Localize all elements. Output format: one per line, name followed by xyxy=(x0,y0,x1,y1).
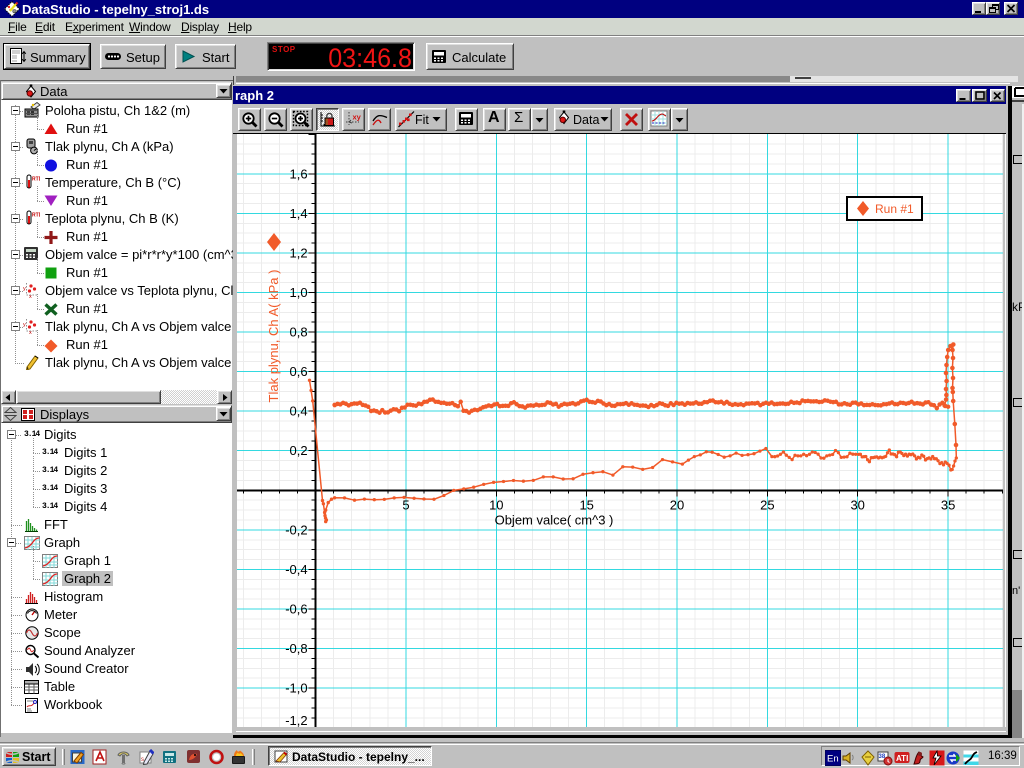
svg-text:0,8: 0,8 xyxy=(290,325,308,340)
svg-text:s: s xyxy=(141,757,144,763)
svg-text:0,4: 0,4 xyxy=(290,404,308,419)
svg-text:ATI: ATI xyxy=(896,754,908,763)
svg-text:x: x xyxy=(29,294,32,298)
svg-text:Objem valce( cm^3 ): Objem valce( cm^3 ) xyxy=(495,513,614,528)
svg-text:5: 5 xyxy=(402,497,409,512)
svg-text:-0,8: -0,8 xyxy=(285,641,307,656)
svg-text:Run #1: Run #1 xyxy=(875,202,914,216)
svg-text:10: 10 xyxy=(489,497,503,512)
svg-text:RTD: RTD xyxy=(32,177,40,183)
svg-text:1,4: 1,4 xyxy=(290,206,308,221)
svg-text:En: En xyxy=(827,754,839,765)
svg-text:-1,0: -1,0 xyxy=(285,681,307,696)
svg-text:-0,2: -0,2 xyxy=(285,522,307,537)
svg-text:RTD: RTD xyxy=(32,213,40,219)
svg-text:35: 35 xyxy=(941,497,955,512)
svg-text:-1,2: -1,2 xyxy=(285,713,307,727)
svg-text:-0,6: -0,6 xyxy=(285,602,307,617)
svg-text:y: y xyxy=(23,286,26,292)
svg-text:1,0: 1,0 xyxy=(290,285,308,300)
svg-text:-0,4: -0,4 xyxy=(285,562,307,577)
svg-text:15: 15 xyxy=(579,497,593,512)
svg-text:20: 20 xyxy=(670,497,684,512)
svg-text:y: y xyxy=(23,322,26,328)
svg-text:xy: xy xyxy=(353,113,362,122)
svg-text:0,6: 0,6 xyxy=(290,364,308,379)
svg-text:x: x xyxy=(29,330,32,334)
svg-text:30: 30 xyxy=(850,497,864,512)
svg-text:0,2: 0,2 xyxy=(290,443,308,458)
svg-text:Tlak plynu, Ch A( kPa ): Tlak plynu, Ch A( kPa ) xyxy=(266,270,281,403)
svg-text:1,2: 1,2 xyxy=(290,245,308,260)
svg-text:1,6: 1,6 xyxy=(290,166,308,181)
svg-text:25: 25 xyxy=(760,497,774,512)
